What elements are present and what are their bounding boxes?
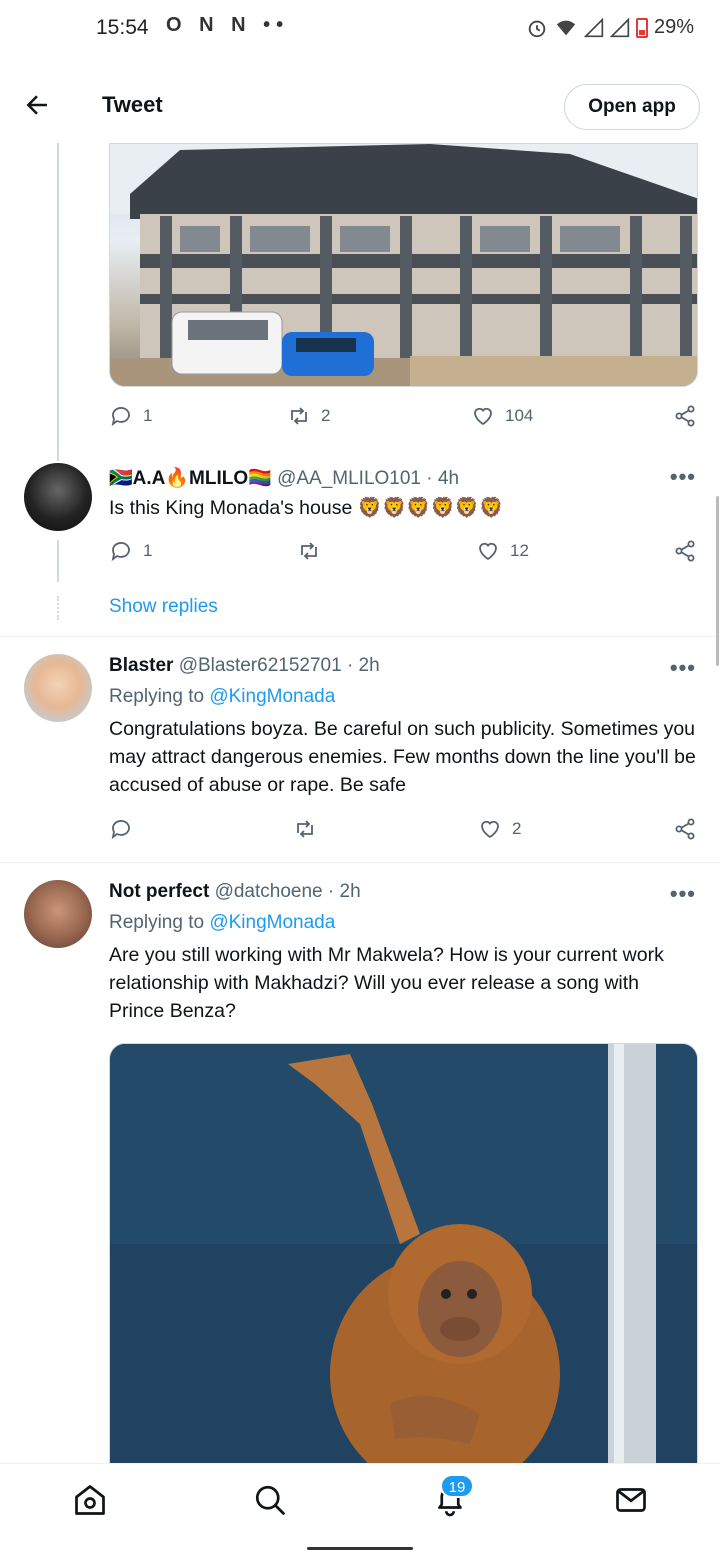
tweet-text: Are you still working with Mr Makwela? H… — [109, 944, 664, 1022]
reply-button[interactable]: 1 — [109, 539, 152, 563]
tweet-time: · 4h — [426, 468, 460, 489]
bottom-navigation: 19 — [0, 1463, 720, 1537]
avatar[interactable] — [24, 463, 92, 531]
tweet-time: · 2h — [346, 655, 380, 676]
share-icon — [675, 405, 695, 427]
like-count: 2 — [512, 819, 522, 838]
display-name[interactable]: 🇿🇦A.A🔥MLILO🏳️‍🌈 — [109, 468, 272, 489]
reply-icon — [111, 542, 130, 562]
reply-icon — [111, 820, 130, 840]
messages-icon[interactable] — [613, 1482, 649, 1518]
replying-to: Replying to @KingMonada — [109, 912, 335, 934]
retweet-button[interactable] — [293, 817, 327, 841]
retweet-icon — [301, 542, 317, 560]
retweet-button[interactable]: 2 — [287, 404, 330, 428]
open-app-button[interactable]: Open app — [564, 84, 700, 130]
like-count: 104 — [505, 406, 534, 425]
status-bar: 15:54 O N N •• 29% — [0, 0, 720, 60]
mention-link[interactable]: @KingMonada — [209, 912, 335, 933]
heart-icon — [474, 407, 492, 426]
show-replies-link[interactable]: Show replies — [109, 596, 218, 618]
tweet-media-image[interactable] — [109, 143, 698, 387]
tweet-time: · 2h — [327, 881, 361, 902]
display-name[interactable]: Blaster — [109, 655, 173, 676]
battery-low-icon — [635, 17, 648, 38]
tweet-actions: 1 12 — [109, 539, 699, 569]
status-time: 15:54 — [96, 16, 149, 39]
reply-button[interactable]: 1 — [109, 404, 152, 428]
replying-prefix: Replying to — [109, 912, 205, 933]
more-options-icon[interactable]: ••• — [670, 655, 696, 681]
home-icon[interactable] — [72, 1482, 108, 1518]
arrow-left-icon[interactable] — [22, 90, 56, 124]
replying-prefix: Replying to — [109, 686, 205, 707]
like-button[interactable]: 104 — [471, 404, 533, 428]
tweet-text: Congratulations boyza. Be careful on suc… — [109, 718, 696, 796]
status-notification-icons: O N N •• — [166, 14, 290, 36]
like-button[interactable]: 2 — [478, 817, 521, 841]
share-icon — [675, 818, 695, 840]
page-title: Tweet — [102, 92, 163, 117]
retweet-count: 2 — [321, 406, 331, 425]
tweet-header: Blaster @Blaster62152701 · 2h — [109, 655, 380, 677]
tweet-actions: 1 2 104 — [109, 404, 699, 434]
share-icon — [675, 540, 695, 562]
share-button[interactable] — [673, 404, 697, 428]
tweet-header: Not perfect @datchoene · 2h — [109, 881, 361, 903]
reply-count: 1 — [143, 406, 153, 425]
signal-icon — [583, 17, 604, 37]
like-button[interactable]: 12 — [476, 539, 529, 563]
gesture-bar — [0, 1537, 720, 1560]
more-options-icon[interactable]: ••• — [670, 464, 696, 490]
retweet-icon — [291, 407, 307, 425]
scrollbar[interactable] — [716, 496, 719, 666]
share-button[interactable] — [673, 539, 697, 563]
thread-line — [57, 143, 59, 461]
thread-line — [57, 540, 59, 582]
retweet-button[interactable] — [297, 539, 331, 563]
avatar[interactable] — [24, 654, 92, 722]
alarm-icon — [528, 20, 546, 37]
top-app-bar: Tweet Open app — [0, 78, 720, 136]
divider — [0, 862, 720, 863]
mention-link[interactable]: @KingMonada — [209, 686, 335, 707]
tweet-actions: 2 — [109, 817, 699, 847]
user-handle[interactable]: @datchoene — [215, 881, 323, 902]
heart-icon — [479, 542, 497, 561]
replying-to: Replying to @KingMonada — [109, 686, 335, 708]
thread-line-dotted — [57, 596, 59, 620]
user-handle[interactable]: @AA_MLILO101 — [277, 468, 421, 489]
divider — [0, 636, 720, 637]
heart-icon — [481, 820, 499, 839]
like-count: 12 — [510, 541, 529, 560]
tweet-media-image[interactable] — [109, 1043, 698, 1483]
battery-percent: 29% — [653, 16, 694, 38]
status-right-icons: 29% — [526, 16, 694, 39]
retweet-icon — [297, 820, 313, 838]
share-button[interactable] — [673, 817, 697, 841]
notifications-badge: 19 — [440, 1474, 474, 1498]
user-handle[interactable]: @Blaster62152701 — [179, 655, 342, 676]
avatar[interactable] — [24, 880, 92, 948]
gesture-pill[interactable] — [307, 1547, 413, 1550]
search-icon[interactable] — [252, 1482, 288, 1518]
wifi-icon — [556, 20, 576, 35]
tweet-text: Is this King Monada's house 🦁🦁🦁🦁🦁🦁 — [109, 497, 504, 519]
reply-button[interactable] — [109, 817, 143, 841]
more-options-icon[interactable]: ••• — [670, 881, 696, 907]
reply-icon — [111, 407, 130, 427]
tweet-header: 🇿🇦A.A🔥MLILO🏳️‍🌈 @AA_MLILO101 · 4h — [109, 466, 459, 490]
display-name[interactable]: Not perfect — [109, 881, 209, 902]
signal-icon — [609, 17, 630, 37]
reply-count: 1 — [143, 541, 153, 560]
